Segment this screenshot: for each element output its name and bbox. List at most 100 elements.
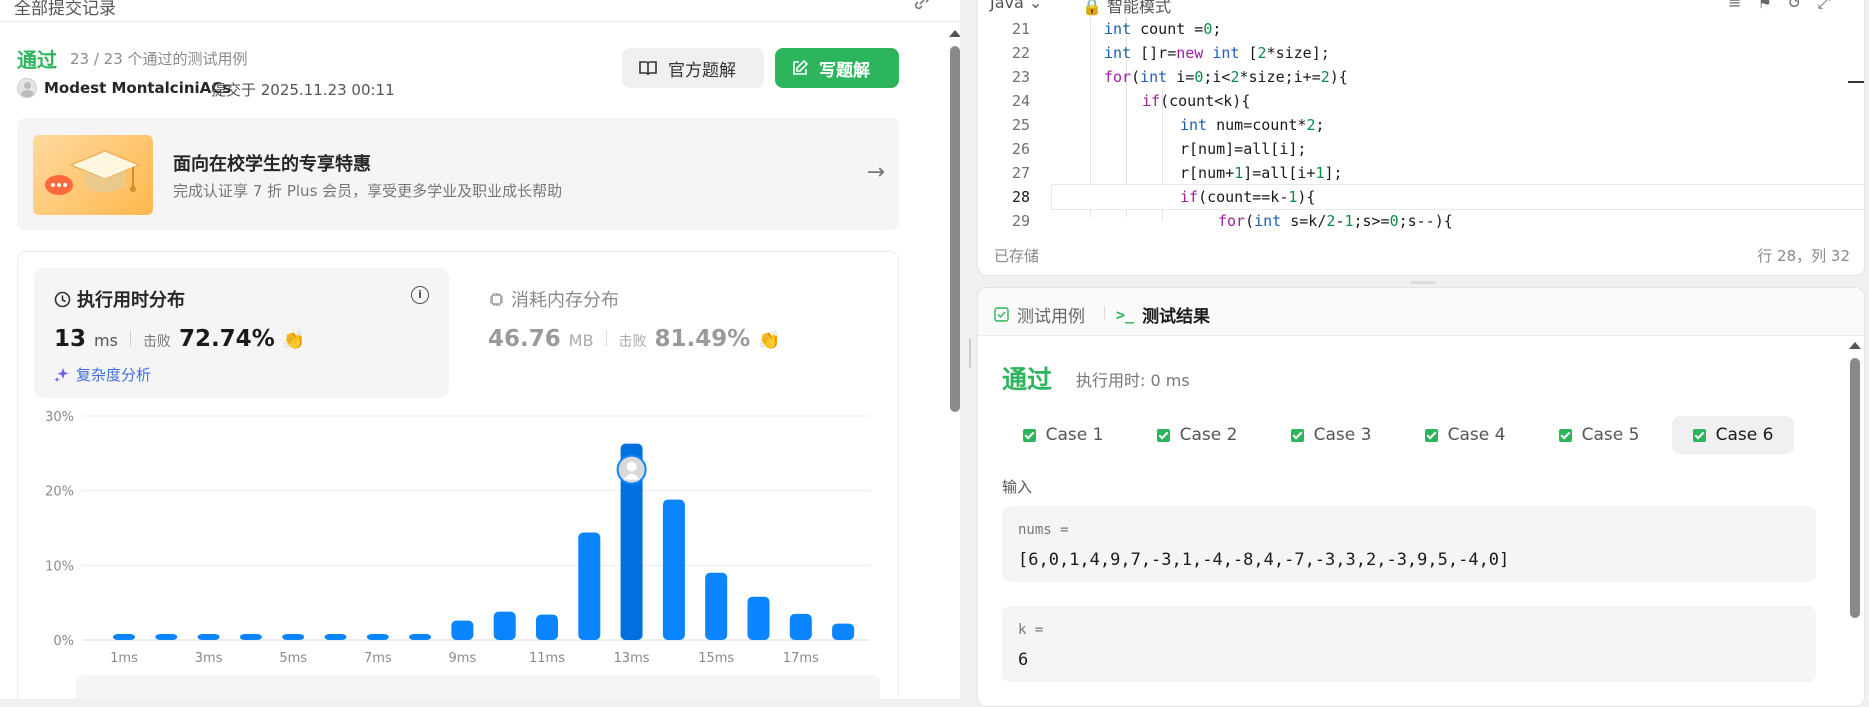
bar-3ms	[197, 634, 220, 640]
bar-10ms	[493, 611, 516, 640]
runtime-tab[interactable]: 执行用时分布 i 13 ms 击败 72.74% 👏 复杂度分析	[34, 268, 449, 398]
memory-percent: 81.49%	[654, 326, 751, 352]
terminal-icon: >_	[1116, 305, 1135, 324]
header-title[interactable]: 全部提交记录	[14, 0, 116, 19]
tab-divider	[1104, 306, 1105, 320]
official-solution-label: 官方题解	[668, 60, 736, 81]
code-text[interactable]: int []r=new int [2*size];	[1104, 41, 1330, 65]
editor-statusbar: 已存储 行 28，列 32	[978, 233, 1864, 273]
bar-5ms	[282, 634, 305, 640]
write-solution-button[interactable]: 写题解	[775, 48, 899, 88]
bookmark-icon[interactable]: ⚑	[1757, 0, 1787, 12]
code-line[interactable]: 25 int num=count*2;	[978, 113, 1864, 137]
clap-icon: 👏	[282, 330, 306, 351]
code-line[interactable]: 29 for(int s=k/2-1;s>=0;s--){	[978, 209, 1864, 233]
promo-title: 面向在校学生的专享特惠	[173, 154, 371, 175]
avatar[interactable]	[17, 78, 37, 98]
code-text[interactable]: if(count<k){	[1142, 89, 1250, 113]
code-text[interactable]: int num=count*2;	[1180, 113, 1325, 137]
execution-time: 执行用时: 0 ms	[1076, 371, 1190, 390]
code-line[interactable]: 26 r[num]=all[i];	[978, 137, 1864, 161]
info-icon[interactable]: i	[411, 286, 429, 304]
code-line[interactable]: 24 if(count<k){	[978, 89, 1864, 113]
editor-actions: ≡⚑↺⤢	[1728, 0, 1846, 13]
divider	[605, 330, 607, 346]
case-tab-5[interactable]: Case 5	[1538, 416, 1660, 454]
case-tab-4[interactable]: Case 4	[1404, 416, 1526, 454]
code-text[interactable]: r[num]=all[i];	[1180, 137, 1306, 161]
check-icon	[1558, 428, 1572, 442]
runtime-unit: ms	[94, 331, 118, 350]
right-scrollbar[interactable]	[1850, 358, 1860, 618]
bar-8ms	[409, 634, 432, 640]
bar-16ms	[747, 596, 770, 640]
language-select[interactable]: Java ⌄	[990, 0, 1042, 12]
case-tab-3[interactable]: Case 3	[1270, 416, 1392, 454]
runtime-title: 执行用时分布	[54, 286, 185, 312]
complexity-analysis-link[interactable]: 复杂度分析	[54, 364, 151, 385]
sparkle-icon	[54, 367, 69, 382]
tab-test-results[interactable]: >_ 测试结果	[1116, 302, 1210, 328]
bar-15ms	[705, 572, 728, 640]
format-icon[interactable]: ≡	[1728, 0, 1757, 12]
x-tick-label: 11ms	[529, 651, 565, 666]
bar-17ms	[789, 613, 812, 640]
code-line[interactable]: 23 for(int i=0;i<2*size;i+=2){	[978, 65, 1864, 89]
code-line[interactable]: 28 if(count==k-1){	[1012, 184, 1864, 210]
beat-label: 击败	[142, 334, 171, 350]
case-tab-2[interactable]: Case 2	[1136, 416, 1258, 454]
bar-12ms	[578, 532, 601, 640]
write-solution-label: 写题解	[819, 60, 870, 81]
case-tab-6[interactable]: Case 6	[1672, 416, 1794, 454]
input-k: k = 6	[1002, 606, 1816, 682]
x-tick-label: 3ms	[195, 651, 223, 666]
memory-tab[interactable]: 消耗内存分布 46.76 MB 击败 81.49% 👏	[468, 268, 883, 398]
runtime-percent: 72.74%	[178, 326, 275, 352]
vertical-resize-handle[interactable]	[1410, 281, 1436, 284]
submission-status: 通过	[17, 48, 57, 72]
reset-icon[interactable]: ↺	[1788, 0, 1817, 12]
username[interactable]: Modest MontalciniACs	[44, 79, 231, 97]
y-tick-label: 20%	[45, 485, 74, 500]
case-label: Case 2	[1179, 425, 1238, 445]
runtime-distribution-chart[interactable]: 0% 10% 20% 30% 1ms 3ms 5ms 7ms 9ms 11ms 13ms 15ms 17…	[18, 402, 898, 682]
link-icon[interactable]	[912, 0, 932, 12]
promo-banner[interactable]: 面向在校学生的专享特惠 完成认证享 7 折 Plus 会员，享受更多学业及职业成…	[17, 118, 899, 230]
expand-icon[interactable]: ⤢	[1817, 0, 1846, 12]
code-editor[interactable]: Java ⌄ 🔒 智能模式 ≡⚑↺⤢ 21 int count =0; 22 int …	[977, 0, 1865, 276]
chip-icon	[490, 292, 503, 306]
code-line[interactable]: 27 r[num+1]=all[i+1];	[978, 161, 1864, 185]
resize-handle[interactable]	[969, 338, 971, 368]
code-text[interactable]: int count =0;	[1104, 17, 1221, 41]
tab-test-cases[interactable]: 测试用例	[994, 302, 1085, 327]
cases-passed: 23 / 23 个通过的测试用例	[70, 50, 248, 68]
x-tick-label: 1ms	[110, 651, 138, 666]
scroll-up-arrow[interactable]	[1849, 342, 1861, 349]
code-text[interactable]: for(int s=k/2-1;s>=0;s--){	[1218, 209, 1453, 233]
case-label: Case 6	[1715, 425, 1774, 445]
smart-mode-toggle[interactable]: 🔒 智能模式	[1082, 0, 1171, 17]
arrow-right-icon[interactable]: →	[867, 160, 885, 185]
code-line[interactable]: 22 int []r=new int [2*size];	[978, 41, 1864, 65]
case-tab-1[interactable]: Case 1	[1002, 416, 1124, 454]
field-value: [6,0,1,4,9,7,-3,1,-4,-8,4,-7,-3,3,2,-3,9…	[1018, 550, 1510, 570]
official-solution-button[interactable]: 官方题解	[622, 48, 764, 88]
runtime-metric: 13 ms 击败 72.74% 👏	[54, 326, 305, 352]
input-nums: nums = [6,0,1,4,9,7,-3,1,-4,-8,4,-7,-3,3…	[1002, 506, 1816, 582]
results-tabbar: 测试用例 >_ 测试结果	[978, 288, 1864, 336]
code-text[interactable]: for(int i=0;i<2*size;i+=2){	[1104, 65, 1348, 89]
bar-7ms	[366, 634, 389, 640]
field-value: 6	[1018, 650, 1029, 670]
memory-unit: MB	[568, 331, 594, 350]
line-number: 27	[1011, 164, 1030, 182]
book-icon	[639, 61, 657, 76]
code-text[interactable]: if(count==k-1){	[1180, 185, 1315, 209]
code-line[interactable]: 21 int count =0;	[978, 17, 1864, 41]
left-scrollbar[interactable]	[950, 46, 960, 412]
case-label: Case 5	[1581, 425, 1640, 445]
code-text[interactable]: r[num+1]=all[i+1];	[1180, 161, 1343, 185]
code-lines[interactable]: 21 int count =0; 22 int []r=new int [2*size…	[978, 17, 1864, 233]
scroll-up-arrow[interactable]	[949, 30, 960, 37]
check-icon	[1424, 428, 1438, 442]
y-tick-label: 30%	[45, 410, 74, 425]
